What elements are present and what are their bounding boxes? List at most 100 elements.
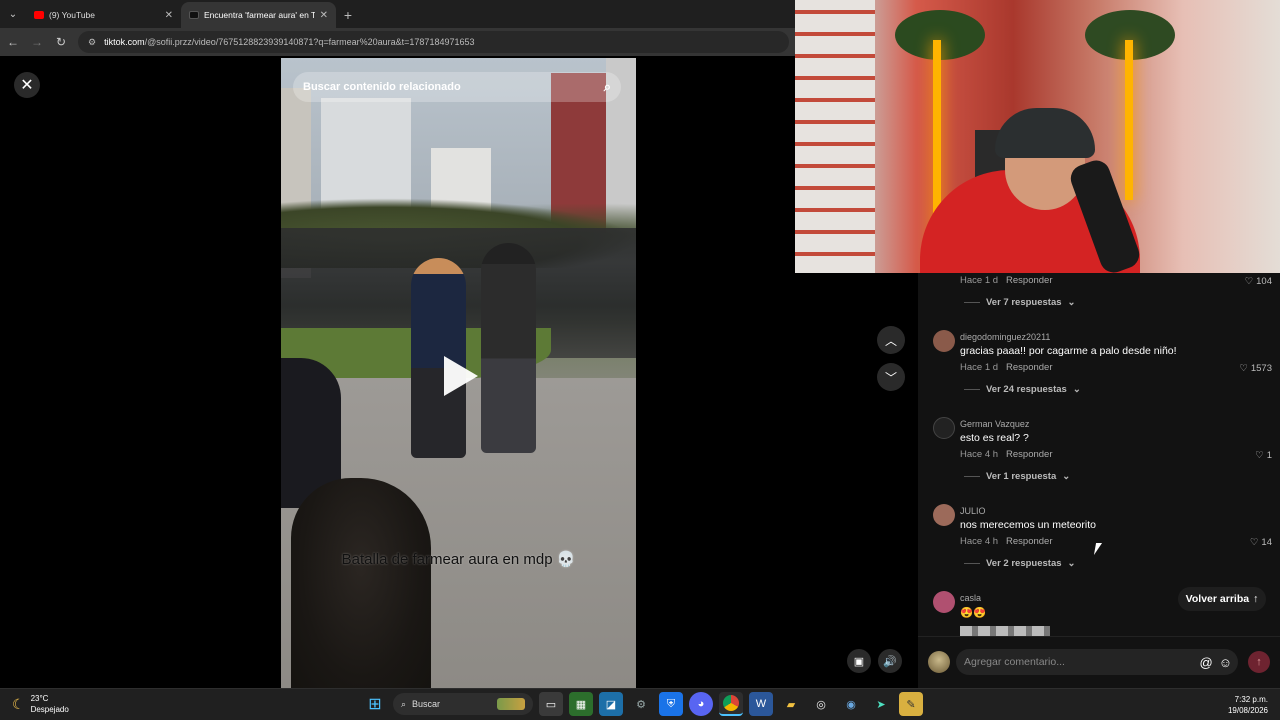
avatar[interactable] [933, 591, 955, 613]
reply-button[interactable]: Responder [1006, 449, 1052, 460]
screen: ⌄ (9) YouTube ✕ Encuentra 'farmear aura'… [0, 0, 1280, 720]
store-icon[interactable]: ▦ [569, 692, 593, 716]
view-replies-button[interactable]: Ver 24 respuestas ⌄ [964, 384, 1081, 395]
send-button[interactable]: ↑ [1248, 651, 1270, 673]
chrome-icon[interactable] [719, 692, 743, 716]
previous-video-button[interactable]: ︿ [877, 326, 905, 354]
search-icon[interactable]: ⌕ [604, 79, 611, 95]
comment-composer: Agregar comentario... @ ☺ ↑ [918, 636, 1280, 688]
reply-button[interactable]: Responder [1006, 362, 1052, 373]
site-info-icon[interactable]: ⚙ [88, 37, 96, 48]
comment-meta: Hace 1 d Responder [960, 362, 1053, 373]
word-icon[interactable]: W [749, 692, 773, 716]
notes-icon[interactable]: ✎ [899, 692, 923, 716]
view-replies-button[interactable]: Ver 1 respuesta ⌄ [964, 471, 1070, 482]
taskbar-search[interactable]: ⌕ Buscar [393, 693, 533, 715]
tab-youtube[interactable]: (9) YouTube ✕ [26, 2, 181, 28]
related-search-input[interactable]: Buscar contenido relacionado ⌕ [293, 72, 621, 102]
close-icon[interactable]: ✕ [14, 72, 40, 98]
like-button[interactable]: ♡ 1573 [1239, 363, 1272, 374]
avatar[interactable] [933, 330, 955, 352]
settings-icon[interactable]: ⚙ [629, 692, 653, 716]
tab-title: (9) YouTube [49, 10, 95, 20]
forward-icon[interactable]: → [30, 35, 44, 49]
video-player[interactable]: Buscar contenido relacionado ⌕ Batalla d… [281, 58, 636, 688]
avatar[interactable] [933, 504, 955, 526]
windows-start-icon[interactable]: ⊞ [363, 692, 387, 716]
close-tab-icon[interactable]: ✕ [320, 10, 328, 21]
browser-toolbar: ← → ↻ ⚙ tiktok.com/@sofii.przz/video/767… [0, 28, 795, 56]
like-count: 14 [1261, 537, 1272, 548]
discord-icon[interactable]: ◕ [689, 692, 713, 716]
comments-panel: Hace 1 d Responder ♡ 104 Ver 7 respuestas… [918, 273, 1280, 636]
url-path: /@sofii.przz/video/7675128823939140871?q… [144, 37, 475, 47]
comment-time: Hace 4 h [960, 449, 999, 460]
address-bar[interactable]: ⚙ tiktok.com/@sofii.przz/video/767512882… [78, 31, 789, 53]
next-video-button[interactable]: ﹀ [877, 363, 905, 391]
new-tab-icon[interactable]: + [336, 2, 360, 28]
person-right [481, 243, 536, 453]
comment-time: Hace 1 d [960, 275, 999, 286]
clipboard-icon[interactable]: ▣ [847, 649, 871, 673]
comment-meta: Hace 4 h Responder [960, 536, 1053, 547]
tab-list-icon[interactable]: ⌄ [0, 0, 26, 28]
chevron-down-icon: ﹀ [884, 370, 897, 385]
arrow-up-icon: ↑ [1256, 656, 1262, 668]
heart-icon: ♡ [1255, 450, 1264, 461]
volume-icon[interactable]: 🔊 [878, 649, 902, 673]
reply-button[interactable]: Responder [1006, 536, 1052, 547]
task-view-icon[interactable]: ▭ [539, 692, 563, 716]
arrow-up-icon: ↑ [1253, 593, 1259, 605]
weather-widget[interactable]: ☾ 23°C Despejado [12, 693, 69, 715]
close-tab-icon[interactable]: ✕ [165, 10, 173, 21]
like-count: 1 [1266, 450, 1272, 461]
like-count: 104 [1256, 276, 1272, 287]
comment-image[interactable] [960, 626, 1050, 636]
chevron-up-icon: ︿ [884, 333, 897, 348]
back-icon[interactable]: ← [6, 35, 20, 49]
like-button[interactable]: ♡ 104 [1245, 276, 1272, 287]
chevron-down-icon: ⌄ [1067, 558, 1076, 569]
related-search-placeholder: Buscar contenido relacionado [303, 81, 461, 93]
view-replies-button[interactable]: Ver 7 respuestas ⌄ [964, 297, 1076, 308]
steam-icon[interactable]: ◉ [839, 692, 863, 716]
app-icon[interactable]: ➤ [869, 692, 893, 716]
view-replies-button[interactable]: Ver 2 respuestas ⌄ [964, 558, 1076, 569]
clock-date: 19/08/2026 [1227, 706, 1268, 715]
comment-username[interactable]: JULIO [960, 506, 986, 516]
chevron-down-icon: ⌄ [1062, 471, 1071, 482]
chevron-down-icon: ⌄ [1067, 297, 1076, 308]
reload-icon[interactable]: ↻ [54, 35, 68, 49]
system-clock[interactable]: 7:32 p.m. 19/08/2026 [1228, 694, 1268, 716]
back-to-top-button[interactable]: Volver arriba ↑ [1178, 587, 1266, 611]
view-replies-label: Ver 24 respuestas [986, 384, 1067, 395]
comment-input-placeholder: Agregar comentario... [964, 656, 1065, 668]
heart-icon: ♡ [1249, 537, 1259, 548]
reply-button[interactable]: Responder [1006, 275, 1052, 286]
obs-icon[interactable]: ◎ [809, 692, 833, 716]
comment-text: nos merecemos un meteorito [960, 519, 1096, 531]
comment-username[interactable]: casla [960, 593, 981, 603]
comment-time: Hace 1 d [960, 362, 999, 373]
app-icon[interactable]: ◪ [599, 692, 623, 716]
comment-input[interactable]: Agregar comentario... @ ☺ [956, 649, 1238, 675]
like-button[interactable]: ♡ 14 [1250, 537, 1272, 548]
comment-meta: Hace 1 d Responder [960, 275, 1053, 286]
avatar [928, 651, 950, 673]
folder-icon[interactable]: ▰ [779, 692, 803, 716]
view-replies-label: Ver 2 respuestas [986, 558, 1062, 569]
avatar[interactable] [933, 417, 955, 439]
tab-title: Encuentra 'farmear aura' en TikTok [204, 10, 315, 20]
view-replies-label: Ver 7 respuestas [986, 297, 1062, 308]
like-button[interactable]: ♡ 1 [1255, 450, 1272, 461]
comment-text: 😍😍 [960, 607, 987, 619]
comment-username[interactable]: diegodominguez20211 [960, 332, 1050, 342]
shield-icon[interactable]: ⛨ [659, 692, 683, 716]
mention-icon[interactable]: @ [1200, 655, 1213, 670]
comment-username[interactable]: German Vazquez [960, 419, 1029, 429]
video-caption: Batalla de farmear aura en mdp 💀 [341, 551, 576, 568]
tab-tiktok[interactable]: Encuentra 'farmear aura' en TikTok ✕ [181, 2, 336, 28]
comment-text: gracias paaa!! por cagarme a palo desde … [960, 345, 1177, 357]
play-icon[interactable] [444, 356, 478, 396]
emoji-icon[interactable]: ☺ [1219, 655, 1232, 670]
